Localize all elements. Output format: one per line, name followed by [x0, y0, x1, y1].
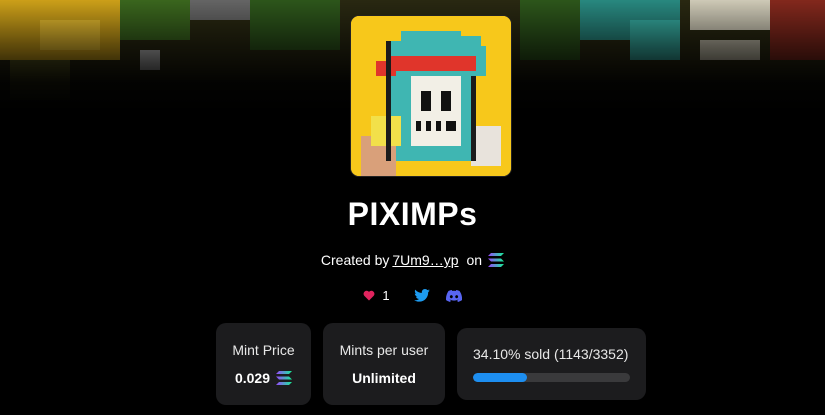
collection-avatar	[351, 16, 511, 176]
mint-price-label: Mint Price	[232, 342, 295, 358]
discord-icon[interactable]	[445, 289, 462, 302]
collection-title: PIXIMPs	[347, 196, 478, 232]
sold-progress-fill	[473, 373, 527, 382]
twitter-icon[interactable]	[413, 289, 430, 302]
mints-per-user-value: Unlimited	[352, 370, 416, 386]
mint-price-value-row: 0.029	[234, 370, 293, 386]
sold-text: 34.10% sold (1143/3352)	[473, 346, 629, 362]
created-by-label: Created by	[320, 252, 390, 268]
mints-per-user-card: Mints per user Unlimited	[323, 323, 445, 405]
creator-address-link[interactable]: 7Um9…yp	[392, 252, 458, 268]
on-label: on	[466, 252, 483, 268]
heart-icon	[363, 290, 375, 301]
solana-icon	[488, 253, 505, 267]
mint-price-value: 0.029	[234, 370, 271, 386]
pixel-imp-avatar	[351, 16, 511, 176]
mints-per-user-label: Mints per user	[339, 342, 429, 358]
likes-count: 1	[382, 288, 390, 303]
creator-line: Created by 7Um9…yp on	[0, 252, 825, 268]
mint-price-card: Mint Price 0.029	[216, 323, 311, 405]
sold-progress-card: 34.10% sold (1143/3352)	[457, 328, 646, 400]
like-button[interactable]: 1	[363, 288, 390, 303]
social-row: 1	[0, 288, 825, 303]
sold-progress-track	[473, 373, 630, 382]
solana-icon	[276, 371, 293, 385]
